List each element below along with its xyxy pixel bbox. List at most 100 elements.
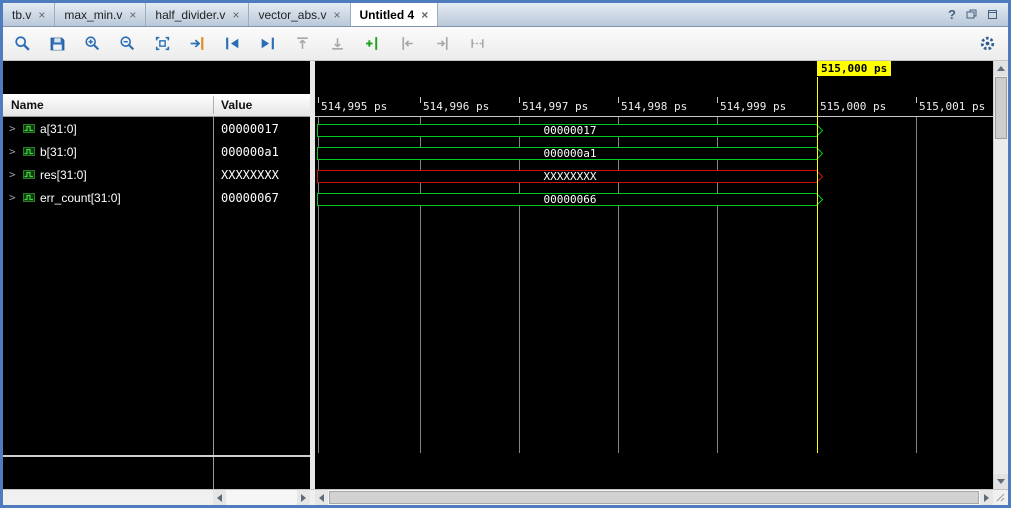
waveform-hscrollbar[interactable]	[315, 490, 993, 505]
signal-row[interactable]: a[31:0] 00000017	[3, 117, 310, 140]
scroll-left-button[interactable]	[315, 490, 328, 505]
axis-tick	[618, 97, 619, 103]
waveform-panel: 515,000 ps 514,995 ps 514,996 ps 514,997…	[315, 61, 993, 489]
axis-tick	[916, 97, 917, 103]
next-edge-button[interactable]	[324, 31, 350, 57]
close-icon[interactable]: ×	[232, 9, 239, 21]
column-divider[interactable]	[213, 96, 214, 114]
expand-icon[interactable]	[9, 122, 18, 135]
tab-vector-abs-v[interactable]: vector_abs.v ×	[249, 3, 350, 26]
name-value-divider[interactable]	[213, 117, 214, 489]
axis-tick	[420, 97, 421, 103]
signal-value: 00000067	[221, 191, 279, 205]
vertical-scrollbar-thumb[interactable]	[995, 77, 1007, 139]
time-label: 514,997 ps	[522, 100, 588, 113]
add-marker-button[interactable]	[359, 31, 385, 57]
signal-panel-header: Name Value	[3, 94, 310, 117]
signal-panel: Name Value a[31:0] 00000017 b[31:0] 0000…	[3, 61, 310, 489]
arrow-right-icon	[984, 494, 989, 502]
bus-waveform-a: 00000017	[317, 124, 823, 137]
scroll-right-button[interactable]	[980, 490, 993, 505]
tab-half-divider-v[interactable]: half_divider.v ×	[146, 3, 249, 26]
search-button[interactable]	[9, 31, 35, 57]
bus-signal-icon	[23, 169, 35, 180]
next-marker-icon	[434, 35, 451, 52]
bus-waveform-err-count: 00000066	[317, 193, 823, 206]
vertical-scrollbar[interactable]	[993, 61, 1008, 489]
tab-bar: tb.v × max_min.v × half_divider.v × vect…	[3, 3, 1008, 27]
next-transition-icon	[259, 35, 276, 52]
bus-value-label: 000000a1	[317, 147, 823, 160]
zoom-in-button[interactable]	[79, 31, 105, 57]
scroll-left-button[interactable]	[213, 490, 226, 505]
signal-value: 00000017	[221, 122, 279, 136]
axis-tick	[318, 97, 319, 103]
arrow-left-icon	[217, 494, 222, 502]
tab-max-min-v[interactable]: max_min.v ×	[55, 3, 146, 26]
expand-icon[interactable]	[9, 168, 18, 181]
bus-waveform-b: 000000a1	[317, 147, 823, 160]
signal-rows: a[31:0] 00000017 b[31:0] 000000a1 res[31…	[3, 117, 310, 209]
time-cursor[interactable]	[817, 77, 818, 453]
save-button[interactable]	[44, 31, 70, 57]
signal-row[interactable]: b[31:0] 000000a1	[3, 140, 310, 163]
tab-untitled-4[interactable]: Untitled 4 ×	[351, 3, 439, 26]
wave-main-area: Name Value a[31:0] 00000017 b[31:0] 0000…	[3, 61, 1008, 489]
signal-row[interactable]: res[31:0] XXXXXXXX	[3, 163, 310, 186]
previous-edge-icon	[294, 35, 311, 52]
signal-row[interactable]: err_count[31:0] 00000067	[3, 186, 310, 209]
close-icon[interactable]: ×	[129, 9, 136, 21]
bus-waveform-res: XXXXXXXX	[317, 170, 823, 183]
snap-to-transition-button[interactable]	[464, 31, 490, 57]
bus-value-label: 00000017	[317, 124, 823, 137]
zoom-fit-icon	[154, 35, 171, 52]
signal-panel-hscrollbar[interactable]	[213, 490, 310, 505]
cursor-time-badge: 515,000 ps	[817, 61, 891, 76]
wave-toolbar	[3, 27, 1008, 61]
arrow-down-icon	[997, 479, 1005, 484]
wave-canvas[interactable]: 00000017 000000a1 XXXXXXXX 00000066	[315, 117, 993, 489]
gridline	[318, 117, 319, 453]
next-transition-button[interactable]	[254, 31, 280, 57]
arrow-left-icon	[319, 494, 324, 502]
save-icon	[49, 35, 66, 52]
settings-button[interactable]	[974, 31, 1000, 57]
close-icon[interactable]: ×	[421, 9, 428, 21]
signal-name: err_count[31:0]	[40, 191, 121, 205]
value-column-header: Value	[221, 94, 252, 116]
signal-name: res[31:0]	[40, 168, 87, 182]
bus-signal-icon	[23, 192, 35, 203]
close-icon[interactable]: ×	[38, 9, 45, 21]
time-label: 515,001 ps	[919, 100, 985, 113]
waveform-hscrollbar-thumb[interactable]	[329, 491, 979, 504]
float-window-icon[interactable]	[966, 9, 977, 20]
tab-label: Untitled 4	[360, 8, 415, 22]
zoom-out-icon	[119, 35, 136, 52]
bottom-scroll-area	[3, 489, 1008, 505]
expand-icon[interactable]	[9, 145, 18, 158]
zoom-fit-button[interactable]	[149, 31, 175, 57]
help-icon[interactable]: ?	[948, 7, 956, 22]
scroll-up-button[interactable]	[994, 61, 1008, 76]
tab-label: max_min.v	[64, 8, 122, 22]
panel-horizontal-splitter[interactable]	[3, 455, 310, 457]
next-marker-button[interactable]	[429, 31, 455, 57]
scroll-right-button[interactable]	[297, 490, 310, 505]
gridline	[717, 117, 718, 453]
previous-transition-icon	[224, 35, 241, 52]
close-icon[interactable]: ×	[334, 9, 341, 21]
time-label: 515,000 ps	[820, 100, 886, 113]
previous-marker-button[interactable]	[394, 31, 420, 57]
zoom-out-button[interactable]	[114, 31, 140, 57]
tab-tb-v[interactable]: tb.v ×	[3, 3, 55, 26]
tabbar-controls: ?	[938, 3, 1008, 26]
time-axis[interactable]: 514,995 ps 514,996 ps 514,997 ps 514,998…	[315, 94, 993, 117]
zoom-to-cursor-button[interactable]	[184, 31, 210, 57]
maximize-icon[interactable]	[987, 9, 998, 20]
scroll-down-button[interactable]	[994, 474, 1008, 489]
previous-transition-button[interactable]	[219, 31, 245, 57]
previous-edge-button[interactable]	[289, 31, 315, 57]
bus-signal-icon	[23, 123, 35, 134]
bus-value-label: XXXXXXXX	[317, 170, 823, 183]
expand-icon[interactable]	[9, 191, 18, 204]
